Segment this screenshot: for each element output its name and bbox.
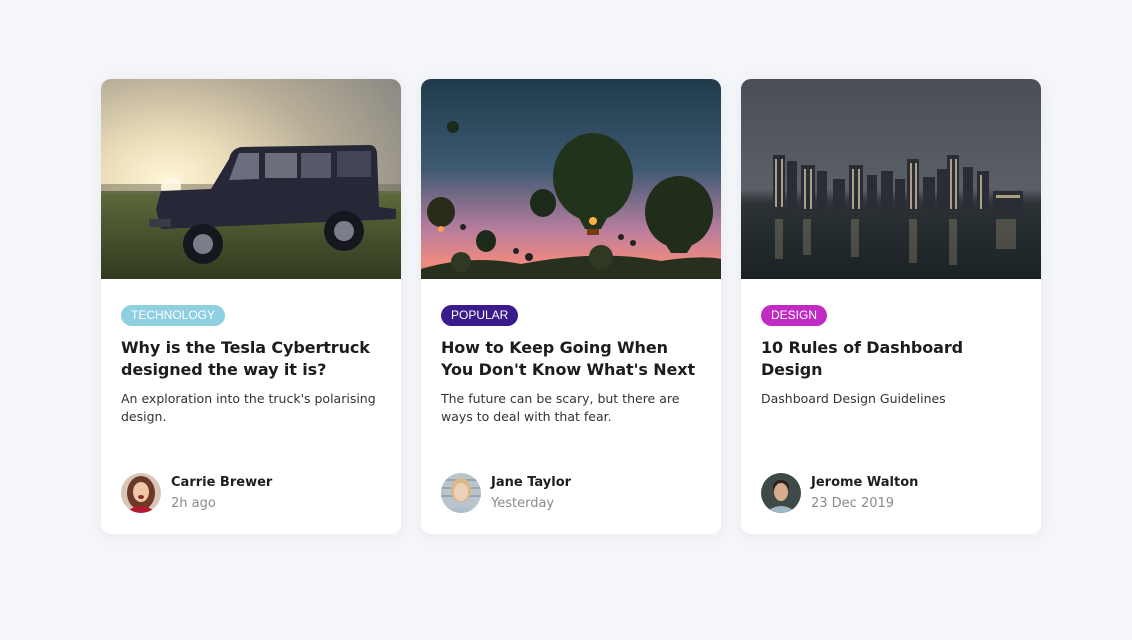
balloons-photo — [421, 79, 721, 279]
card-grid: TECHNOLOGY Why is the Tesla Cybertruck d… — [101, 79, 1041, 534]
author-info: Carrie Brewer 2h ago — [121, 473, 272, 513]
author-name[interactable]: Jane Taylor — [491, 474, 571, 492]
article-description: Dashboard Design Guidelines — [761, 391, 946, 406]
post-date: Yesterday — [491, 495, 555, 511]
article-card-cybertruck[interactable]: TECHNOLOGY Why is the Tesla Cybertruck d… — [101, 79, 401, 534]
avatar[interactable] — [761, 473, 801, 513]
card-image-city[interactable] — [741, 79, 1041, 279]
article-card-dashboard[interactable]: DESIGN 10 Rules of Dashboard Design Dash… — [741, 79, 1041, 534]
article-card-keep-going[interactable]: POPULAR How to Keep Going When You Don't… — [421, 79, 721, 534]
author-name[interactable]: Carrie Brewer — [171, 474, 272, 492]
post-date: 23 Dec 2019 — [811, 495, 895, 511]
city-photo — [741, 79, 1041, 279]
article-description: An exploration into the truck's polarisi… — [121, 391, 376, 424]
avatar-carrie — [121, 473, 161, 513]
card-image-jeep[interactable] — [101, 79, 401, 279]
jeep-photo — [101, 79, 401, 279]
article-title[interactable]: Why is the Tesla Cybertruck designed the… — [121, 337, 381, 381]
category-tag[interactable]: DESIGN — [761, 305, 828, 326]
avatar[interactable] — [121, 473, 161, 513]
avatar-jane — [441, 473, 481, 513]
post-date: 2h ago — [171, 495, 216, 511]
author-info: Jane Taylor Yesterday — [441, 473, 571, 513]
avatar-jerome — [761, 473, 801, 513]
article-title[interactable]: How to Keep Going When You Don't Know Wh… — [441, 337, 701, 381]
article-description: The future can be scary, but there are w… — [441, 391, 680, 424]
category-tag[interactable]: POPULAR — [441, 305, 519, 326]
avatar[interactable] — [441, 473, 481, 513]
category-tag[interactable]: TECHNOLOGY — [121, 305, 226, 326]
article-title[interactable]: 10 Rules of Dashboard Design — [761, 337, 1021, 381]
author-name[interactable]: Jerome Walton — [811, 474, 918, 492]
card-image-balloons[interactable] — [421, 79, 721, 279]
author-info: Jerome Walton 23 Dec 2019 — [761, 473, 918, 513]
